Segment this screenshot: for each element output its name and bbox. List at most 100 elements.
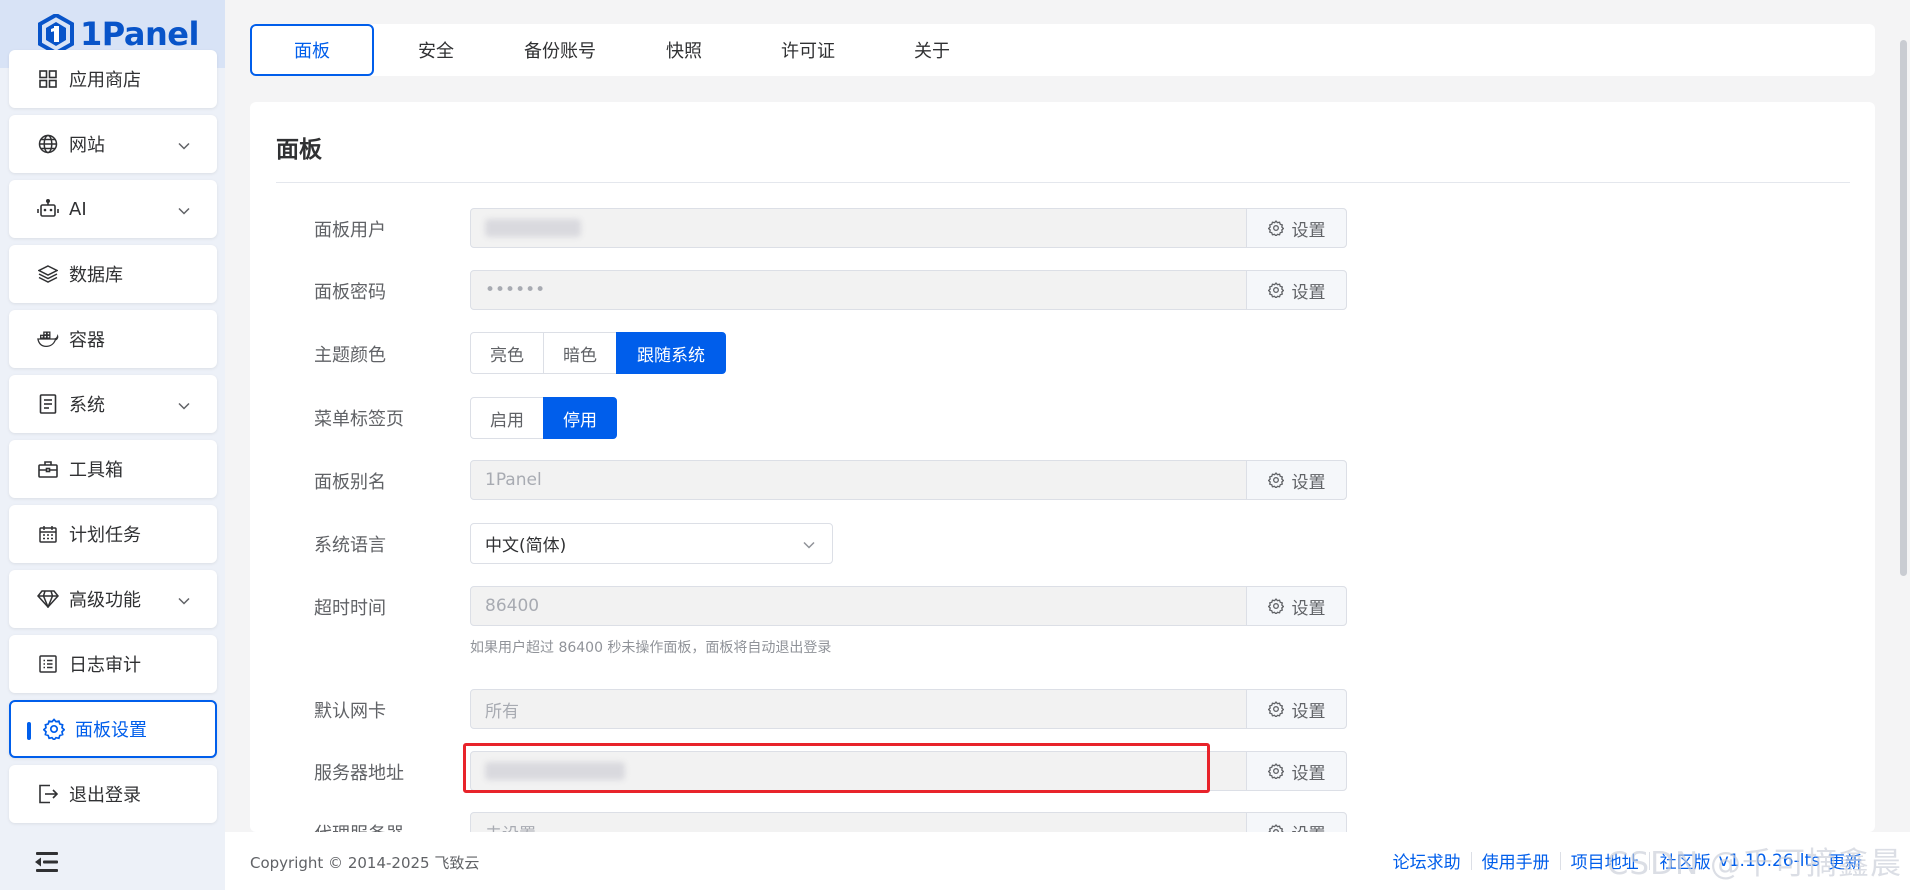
panel-user-field[interactable]: 设置 [470, 208, 1347, 248]
diamond-icon [37, 588, 59, 610]
sidebar-item-website[interactable]: 网站 [9, 115, 217, 173]
sidebar-item-label: 网站 [69, 135, 105, 156]
footer-links: 论坛求助 使用手册 项目地址 社区版 v1.10.26-lts 更新 [1393, 848, 1862, 874]
theme-option-auto[interactable]: 跟随系统 [616, 332, 726, 374]
divider [1470, 851, 1472, 870]
system-icon [37, 393, 59, 415]
timeout-set-button[interactable]: 设置 [1246, 587, 1346, 625]
sidebar-item-log-audit[interactable]: 日志审计 [9, 635, 217, 693]
sidebar-item-label: AI [69, 198, 87, 220]
edition-link[interactable]: 社区版 [1660, 848, 1711, 873]
menu-tabs-option-disable[interactable]: 停用 [543, 397, 617, 439]
sidebar-item-advanced[interactable]: 高级功能 [9, 570, 217, 628]
sidebar-item-panel-settings[interactable]: 面板设置 [9, 700, 217, 758]
theme-option-light[interactable]: 亮色 [470, 332, 544, 374]
settings-tabs: 面板 安全 备份账号 快照 许可证 关于 [250, 24, 1875, 76]
update-link[interactable]: 更新 [1828, 848, 1862, 873]
field-label-password: 面板密码 [314, 282, 386, 303]
tab-license[interactable]: 许可证 [746, 24, 870, 76]
gear-icon [1267, 598, 1284, 614]
tab-panel[interactable]: 面板 [250, 24, 374, 76]
set-label: 设置 [1292, 820, 1326, 833]
sidebar-item-cron[interactable]: 计划任务 [9, 505, 217, 563]
active-indicator [27, 722, 31, 740]
logo-text: 1Panel [80, 15, 199, 53]
gear-icon [1267, 220, 1284, 236]
proxy-field[interactable]: 未设置 设置 [470, 812, 1347, 832]
calendar-icon [37, 523, 59, 545]
field-label-user: 面板用户 [314, 220, 386, 241]
proxy-set-button[interactable]: 设置 [1246, 813, 1346, 832]
sidebar-item-label: 工具箱 [69, 460, 123, 481]
panel-alias-set-button[interactable]: 设置 [1246, 461, 1346, 499]
tab-about[interactable]: 关于 [870, 24, 994, 76]
nic-field[interactable]: 所有 设置 [470, 689, 1347, 729]
chevron-down-icon [802, 537, 816, 557]
sidebar-item-ai[interactable]: AI [9, 180, 217, 238]
nic-set-button[interactable]: 设置 [1246, 690, 1346, 728]
tab-snapshot[interactable]: 快照 [622, 24, 746, 76]
redacted-blur [485, 219, 581, 237]
sidebar-item-logout[interactable]: 退出登录 [9, 765, 217, 823]
panel-password-value: •••••• [485, 280, 546, 300]
sidebar-item-database[interactable]: 数据库 [9, 245, 217, 303]
layers-icon [37, 263, 59, 285]
field-label-proxy: 代理服务器 [314, 820, 404, 832]
1panel-logo-icon [38, 12, 74, 56]
robot-icon [37, 198, 59, 220]
sidebar-item-label: 高级功能 [69, 590, 141, 611]
page-scrollbar[interactable] [1900, 40, 1907, 576]
manual-link[interactable]: 使用手册 [1482, 848, 1550, 873]
panel-user-value [471, 218, 1246, 238]
menu-collapse-icon[interactable] [34, 851, 60, 873]
sidebar-item-label: 退出登录 [69, 785, 141, 806]
field-label-theme: 主题颜色 [314, 345, 386, 366]
field-label-server-address: 服务器地址 [314, 763, 404, 784]
menu-tabs-option-enable[interactable]: 启用 [470, 397, 544, 439]
sidebar-item-label: 数据库 [69, 265, 123, 286]
sidebar: 1Panel 应用商店 网站 AI 数据库 容器 系统 工具箱 计划任务 高级功… [0, 0, 225, 890]
timeout-hint: 如果用户超过 86400 秒未操作面板，面板将自动退出登录 [470, 640, 832, 656]
panel-password-field[interactable]: •••••• 设置 [470, 270, 1347, 310]
logout-icon [37, 783, 59, 805]
project-link[interactable]: 项目地址 [1571, 848, 1639, 873]
panel-alias-field[interactable]: 1Panel 设置 [470, 460, 1347, 500]
version-link[interactable]: v1.10.26-lts [1719, 851, 1820, 871]
app-store-icon [37, 68, 59, 90]
set-label: 设置 [1291, 472, 1326, 493]
timeout-value: 86400 [485, 596, 540, 616]
set-label: 设置 [1291, 220, 1326, 241]
log-icon [37, 653, 59, 675]
divider [276, 182, 1850, 183]
gear-icon [1267, 472, 1284, 488]
sidebar-item-label: 计划任务 [69, 525, 141, 546]
tab-backup-account[interactable]: 备份账号 [498, 24, 622, 76]
panel-settings-card: 面板 面板用户 设置 面板密码 •••••• 设置 主题颜色 亮色 暗色 跟随系… [250, 102, 1875, 832]
field-label-alias: 面板别名 [314, 472, 386, 493]
gear-icon [1267, 282, 1284, 298]
forum-link[interactable]: 论坛求助 [1393, 848, 1461, 873]
tab-security[interactable]: 安全 [374, 24, 498, 76]
server-address-set-button[interactable]: 设置 [1246, 752, 1346, 790]
sidebar-item-toolbox[interactable]: 工具箱 [9, 440, 217, 498]
field-label-language: 系统语言 [314, 535, 386, 556]
sidebar-item-container[interactable]: 容器 [9, 310, 217, 368]
copyright: Copyright © 2014-2025 飞致云 [250, 854, 480, 872]
panel-password-set-button[interactable]: 设置 [1246, 271, 1346, 309]
field-label-timeout: 超时时间 [314, 598, 386, 619]
docker-icon [37, 328, 59, 350]
timeout-field[interactable]: 86400 设置 [470, 586, 1347, 626]
sidebar-item-system[interactable]: 系统 [9, 375, 217, 433]
theme-option-dark[interactable]: 暗色 [543, 332, 617, 374]
sidebar-item-label: 面板设置 [75, 720, 147, 741]
sidebar-item-label: 日志审计 [69, 655, 141, 676]
language-select[interactable]: 中文(简体) [470, 523, 833, 564]
divider [1648, 851, 1650, 870]
language-value: 中文(简体) [485, 536, 567, 556]
sidebar-item-app-store[interactable]: 应用商店 [9, 50, 217, 108]
panel-user-set-button[interactable]: 设置 [1246, 209, 1346, 247]
set-label: 设置 [1291, 763, 1326, 784]
globe-icon [37, 133, 59, 155]
highlight-box [463, 743, 1210, 793]
proxy-value: 未设置 [471, 820, 1246, 833]
